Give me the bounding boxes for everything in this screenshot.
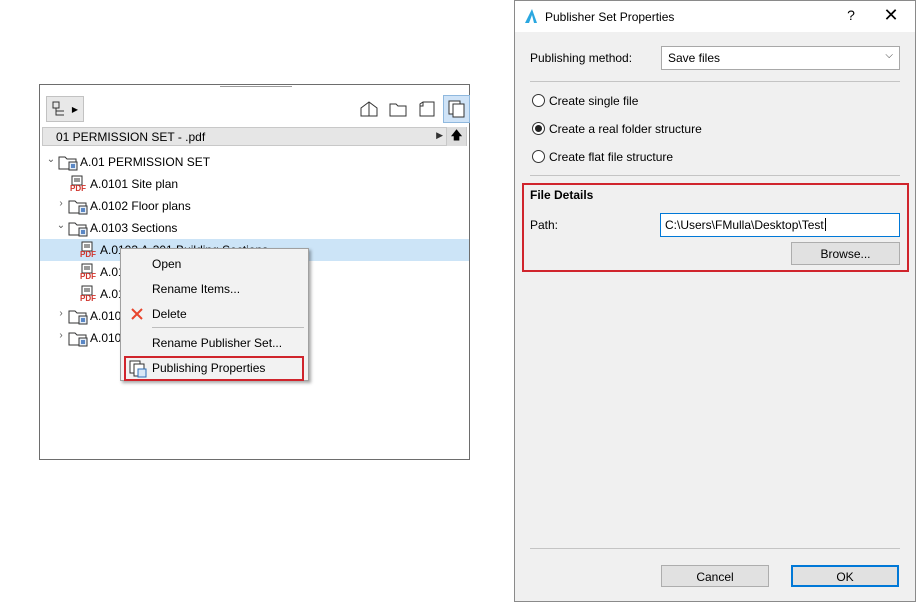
delete-x-icon xyxy=(129,306,145,322)
layout-book-button[interactable] xyxy=(385,96,411,122)
tree-row[interactable]: ⌄ A.01 PERMISSION SET xyxy=(40,151,469,173)
publishing-method-value: Save files xyxy=(668,51,721,65)
dialog-title: Publisher Set Properties xyxy=(545,10,675,24)
up-arrow-icon: 🡅 xyxy=(450,128,463,142)
radio-create-flat-file-structure[interactable] xyxy=(532,150,545,163)
divider xyxy=(530,548,900,549)
chevron-right-icon[interactable]: › xyxy=(56,198,66,209)
highlight-box xyxy=(124,356,304,381)
tree-view-icon xyxy=(52,101,64,116)
publishing-method-label: Publishing method: xyxy=(530,51,633,65)
menu-item-label: Rename Publisher Set... xyxy=(152,336,283,350)
ok-label: OK xyxy=(836,570,854,584)
folder-icon xyxy=(68,329,88,347)
model-view-icon xyxy=(360,101,378,117)
ok-button[interactable]: OK xyxy=(791,565,899,587)
menu-item-rename-items[interactable]: Rename Items... xyxy=(121,278,308,300)
pdf-icon: PDF xyxy=(78,285,98,303)
pdf-tag: PDF xyxy=(80,250,96,259)
chevron-right-icon[interactable]: › xyxy=(56,308,66,319)
menu-item-rename-publisher-set[interactable]: Rename Publisher Set... xyxy=(121,332,308,354)
chevron-right-icon[interactable]: › xyxy=(56,330,66,341)
panel-grip[interactable] xyxy=(220,86,292,89)
tree-item-label: A.0103 Sections xyxy=(90,221,178,235)
radio-label: Create a real folder structure xyxy=(549,122,702,136)
pdf-icon: PDF xyxy=(78,263,98,281)
pdf-tag: PDF xyxy=(80,294,96,303)
pdf-icon: PDF xyxy=(78,241,98,259)
tree-item-label: A.0102 Floor plans xyxy=(90,199,191,213)
menu-item-label: Rename Items... xyxy=(152,282,241,296)
layout-icon xyxy=(419,101,435,117)
layout-book-icon xyxy=(389,103,407,117)
navigator-toolbar: ▶ xyxy=(40,93,470,125)
close-button[interactable]: ✕ xyxy=(881,5,901,26)
tree-row[interactable]: ⌄ A.0103 Sections xyxy=(40,217,469,239)
chevron-down-icon: ⌵ xyxy=(885,50,893,61)
pdf-tag: PDF xyxy=(70,184,86,193)
folder-icon xyxy=(68,307,88,325)
set-menu-arrow-icon[interactable]: ▶ xyxy=(436,130,443,141)
menu-item-label: Open xyxy=(152,257,182,271)
radio-label: Create flat file structure xyxy=(549,150,674,164)
cancel-label: Cancel xyxy=(696,570,734,584)
menu-item-delete[interactable]: Delete xyxy=(121,303,308,325)
publisher-set-name: 01 PERMISSION SET - .pdf xyxy=(56,130,206,144)
publisher-sets-button[interactable] xyxy=(443,95,470,123)
radio-create-real-folder-structure[interactable] xyxy=(532,122,545,135)
tree-item-label: A.01 PERMISSION SET xyxy=(80,155,211,169)
pdf-icon: PDF xyxy=(68,175,88,193)
up-arrow-button[interactable]: 🡅 xyxy=(446,127,466,146)
cancel-button[interactable]: Cancel xyxy=(661,565,769,587)
expand-arrow-icon: ▶ xyxy=(71,104,79,114)
divider xyxy=(530,175,900,176)
folder-icon xyxy=(68,197,88,215)
folder-icon xyxy=(68,219,88,237)
tree-view-button[interactable]: ▶ xyxy=(46,96,84,122)
radio-create-single-file[interactable] xyxy=(532,94,545,107)
publisher-set-bar[interactable]: 01 PERMISSION SET - .pdf ▶ 🡅 xyxy=(42,127,467,146)
dialog-titlebar: Publisher Set Properties ? ✕ xyxy=(515,1,915,32)
publishing-method-select[interactable]: Save files ⌵ xyxy=(661,46,900,70)
menu-item-label: Delete xyxy=(152,307,187,321)
publisher-sets-icon xyxy=(448,100,464,118)
help-button[interactable]: ? xyxy=(843,7,859,23)
tree-item-label: A.0101 Site plan xyxy=(90,177,179,191)
chevron-down-icon[interactable]: ⌄ xyxy=(56,220,66,231)
tree-row[interactable]: PDF A.0101 Site plan xyxy=(40,173,469,195)
tree-row[interactable]: › A.0102 Floor plans xyxy=(40,195,469,217)
chevron-down-icon[interactable]: ⌄ xyxy=(46,154,56,165)
archicad-logo-icon xyxy=(523,8,539,24)
publisher-set-properties-dialog: Publisher Set Properties ? ✕ Publishing … xyxy=(514,0,916,602)
folder-icon xyxy=(58,153,78,171)
menu-separator xyxy=(152,327,304,328)
menu-item-open[interactable]: Open xyxy=(121,253,308,275)
model-view-button[interactable] xyxy=(356,96,382,122)
radio-label: Create single file xyxy=(549,94,639,108)
file-details-highlight-box xyxy=(522,183,909,272)
layout-button[interactable] xyxy=(414,96,440,122)
divider xyxy=(530,81,900,82)
context-menu: Open Rename Items... Delete Rename Publi… xyxy=(120,248,309,381)
pdf-tag: PDF xyxy=(80,272,96,281)
